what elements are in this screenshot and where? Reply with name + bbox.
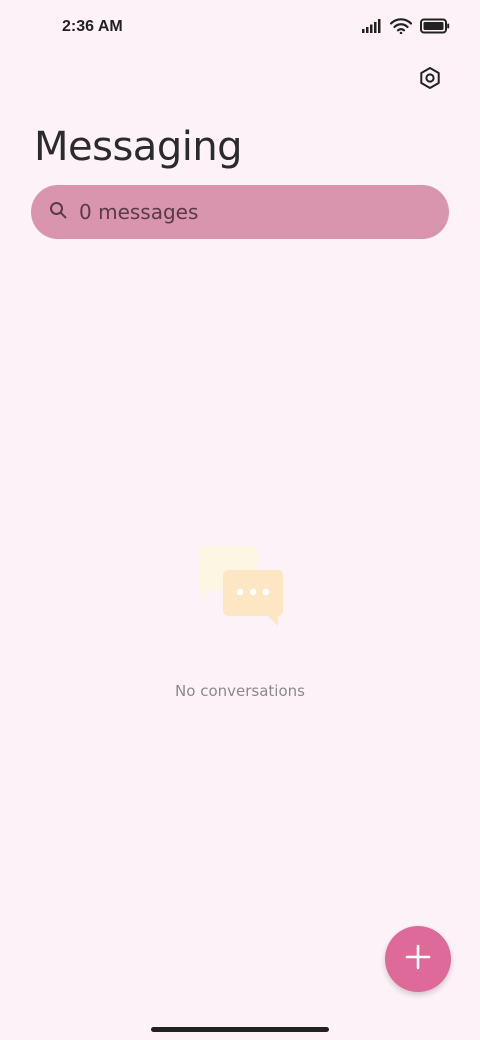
page-title: Messaging — [34, 124, 243, 170]
status-icons — [362, 18, 450, 39]
plus-icon — [404, 943, 432, 976]
settings-button[interactable] — [412, 62, 448, 98]
settings-icon — [418, 66, 442, 95]
status-time: 2:36 AM — [62, 18, 123, 35]
search-icon — [49, 201, 67, 224]
chat-bubbles-icon — [190, 540, 290, 630]
navigation-handle[interactable] — [151, 1027, 329, 1032]
search-placeholder: 0 messages — [79, 200, 199, 224]
wifi-icon — [389, 18, 413, 39]
status-bar: 2:36 AM — [0, 0, 480, 56]
signal-icon — [362, 19, 382, 38]
search-bar[interactable]: 0 messages — [31, 185, 449, 239]
battery-icon — [420, 18, 450, 39]
empty-state-message: No conversations — [175, 682, 305, 700]
new-conversation-button[interactable] — [385, 926, 451, 992]
